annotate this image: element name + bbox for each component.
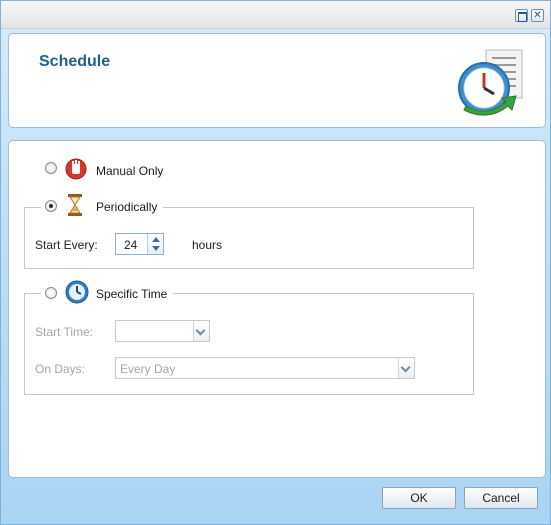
- hourglass-icon: [68, 194, 82, 216]
- spin-up-icon[interactable]: [152, 237, 160, 242]
- title-bar: ✕: [1, 1, 550, 29]
- ok-button[interactable]: OK: [382, 487, 456, 509]
- on-days-select[interactable]: Every Day: [115, 357, 415, 379]
- hours-unit-label: hours: [192, 238, 223, 252]
- chevron-down-icon[interactable]: [193, 321, 209, 341]
- periodically-label: Periodically: [96, 200, 158, 214]
- spin-down-icon[interactable]: [152, 246, 160, 251]
- on-days-value: Every Day: [120, 362, 176, 376]
- start-every-value: 24: [124, 238, 138, 252]
- manual-only-radio[interactable]: [45, 162, 57, 174]
- specific-time-group: [24, 293, 474, 395]
- schedule-options-panel: Manual Only Periodically Start Every: 24…: [8, 140, 546, 478]
- schedule-dialog: ✕ Schedule Manual Only Periodically Star…: [0, 0, 551, 525]
- close-icon: ✕: [533, 10, 542, 21]
- on-days-label: On Days:: [35, 362, 86, 376]
- chevron-down-icon[interactable]: [398, 358, 414, 378]
- maximize-button[interactable]: [515, 9, 528, 22]
- page-title: Schedule: [39, 53, 111, 70]
- clock-icon: [65, 280, 89, 304]
- start-every-stepper[interactable]: 24: [115, 233, 164, 255]
- schedule-clock-icon: [458, 49, 523, 116]
- start-time-select[interactable]: [115, 320, 210, 342]
- stop-hand-icon: [65, 158, 87, 180]
- spin-buttons: [147, 234, 163, 254]
- periodically-radio[interactable]: [45, 200, 57, 212]
- manual-only-label: Manual Only: [96, 164, 164, 178]
- start-time-label: Start Time:: [35, 325, 94, 339]
- specific-time-label: Specific Time: [96, 287, 168, 301]
- header-panel: Schedule: [8, 33, 546, 128]
- cancel-button[interactable]: Cancel: [464, 487, 538, 509]
- start-every-label: Start Every:: [35, 238, 98, 252]
- specific-time-radio[interactable]: [45, 287, 57, 299]
- close-button[interactable]: ✕: [531, 9, 544, 22]
